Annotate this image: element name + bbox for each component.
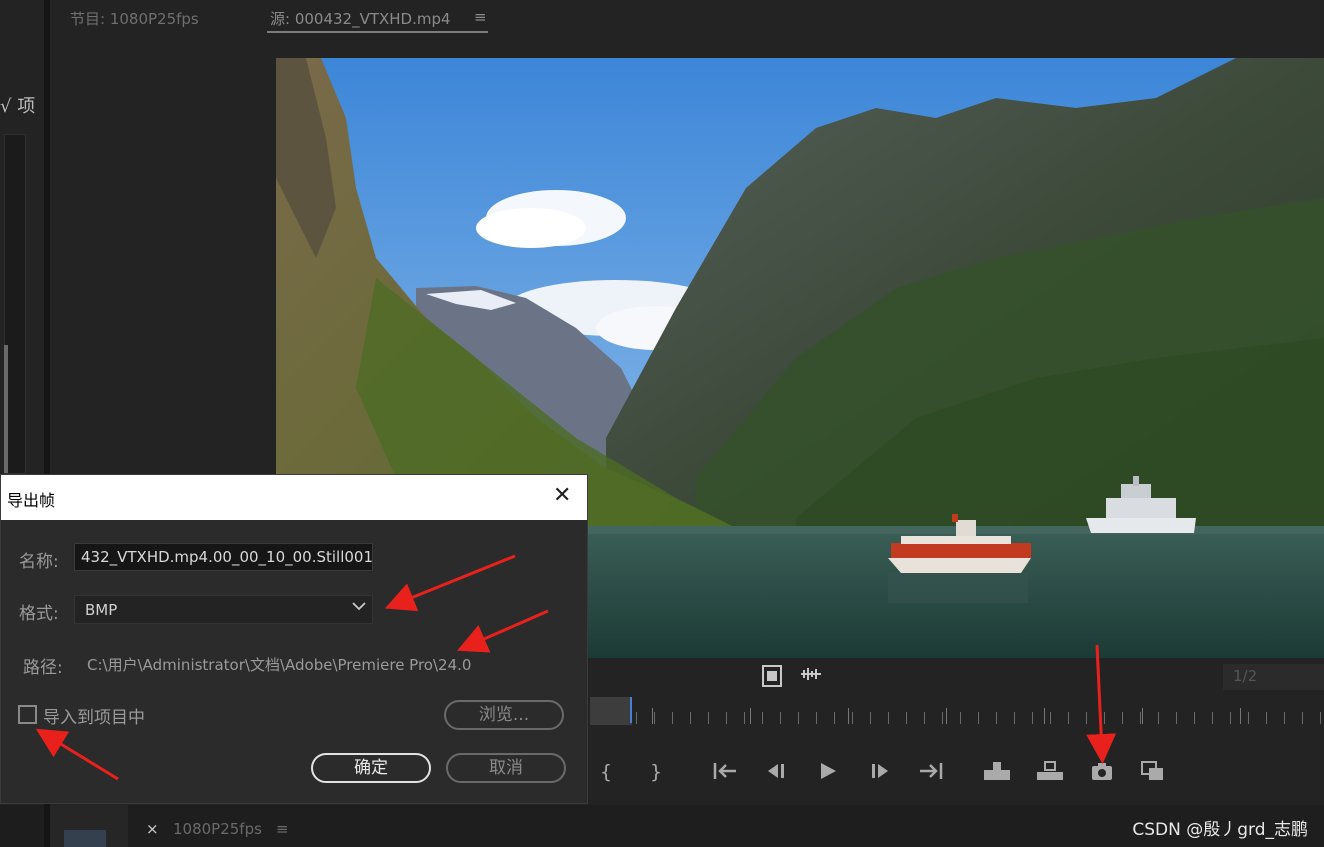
export-frame-dialog: 导出帧 ✕ 名称: 432_VTXHD.mp4.00_00_10_00.Stil… xyxy=(0,474,588,804)
active-tab-underline xyxy=(267,31,488,33)
ok-button[interactable]: 确定 xyxy=(311,753,431,783)
import-to-project-label[interactable]: 导入到项目中 xyxy=(43,703,145,728)
tab-program-monitor[interactable]: 节目: 1080P25fps xyxy=(70,8,199,29)
go-to-in-button[interactable] xyxy=(712,760,738,782)
format-label: 格式: xyxy=(19,604,59,624)
import-to-project-checkbox[interactable] xyxy=(18,705,37,724)
mark-out-button[interactable]: } xyxy=(650,760,662,784)
drag-video-only-icon[interactable] xyxy=(762,665,782,692)
resolution-select[interactable]: 1/2 xyxy=(1223,664,1324,690)
step-back-button[interactable] xyxy=(764,760,788,782)
browse-button[interactable]: 浏览... xyxy=(444,700,564,730)
time-ruler-major-ticks xyxy=(652,708,1324,724)
path-label: 路径: xyxy=(23,658,63,678)
close-icon[interactable]: ✕ xyxy=(553,483,571,508)
playhead[interactable] xyxy=(630,697,632,723)
name-field[interactable]: 432_VTXHD.mp4.00_00_10_00.Still001 xyxy=(74,543,373,571)
tool-thumbnail[interactable] xyxy=(64,830,106,847)
mark-in-button[interactable]: { xyxy=(600,760,612,784)
sequence-menu-icon[interactable]: ≡ xyxy=(276,820,289,838)
insert-button[interactable] xyxy=(982,760,1012,782)
chevron-down-icon[interactable] xyxy=(352,599,366,615)
project-scrollbar[interactable] xyxy=(4,345,8,473)
go-to-out-button[interactable] xyxy=(918,760,944,782)
format-select[interactable]: BMP xyxy=(74,595,373,624)
compare-view-icon[interactable] xyxy=(1140,760,1166,782)
step-forward-button[interactable] xyxy=(868,760,892,782)
name-label: 名称: xyxy=(19,552,59,572)
project-panel-label: √ 项 xyxy=(0,96,36,117)
premiere-window: √ 项 节目: 1080P25fps 源: 000432_VTXHD.mp4 ≡ xyxy=(0,0,1324,847)
watermark: CSDN @殷丿grd_志鹏 xyxy=(1132,820,1308,840)
dialog-title: 导出帧 xyxy=(7,491,56,510)
overwrite-button[interactable] xyxy=(1035,760,1065,782)
export-frame-camera-icon[interactable] xyxy=(1090,760,1114,782)
tab-sequence[interactable]: 1080P25fps xyxy=(173,820,262,838)
tab-menu-icon[interactable]: ≡ xyxy=(474,8,487,26)
play-button[interactable] xyxy=(816,760,840,782)
timeline-in-range xyxy=(590,697,632,725)
cancel-button[interactable]: 取消 xyxy=(446,753,566,783)
path-value: C:\用户\Administrator\文档\Adobe\Premiere Pr… xyxy=(87,656,472,674)
tab-source-monitor[interactable]: 源: 000432_VTXHD.mp4 xyxy=(270,8,451,29)
drag-audio-only-icon[interactable] xyxy=(800,667,822,685)
close-sequence-icon[interactable]: × xyxy=(146,820,159,838)
dialog-title-bar[interactable]: 导出帧 ✕ xyxy=(1,475,587,520)
